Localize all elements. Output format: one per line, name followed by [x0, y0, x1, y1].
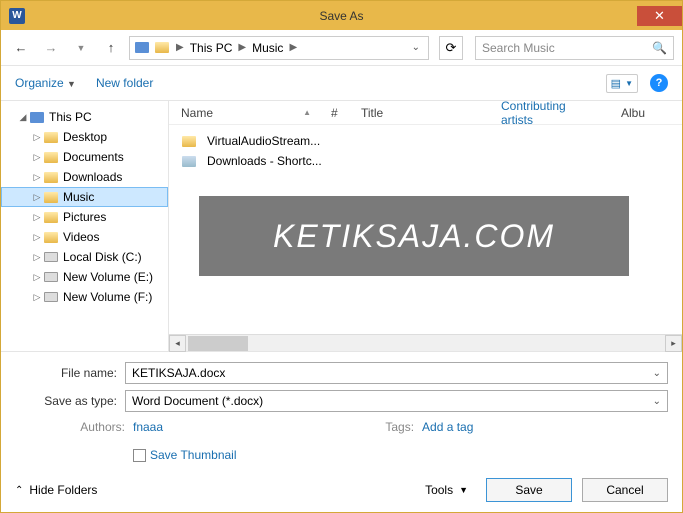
shortcut-icon — [181, 154, 197, 168]
tools-button[interactable]: Tools▼ — [417, 483, 476, 497]
filename-input[interactable]: KETIKSAJA.docx⌄ — [125, 362, 668, 384]
search-placeholder: Search Music — [482, 41, 555, 55]
column-album[interactable]: Albu — [621, 106, 665, 120]
search-input[interactable]: Search Music 🔍 — [475, 36, 674, 60]
music-folder-icon — [154, 40, 170, 56]
toolbar: Organize ▼ New folder ▤▼ ? — [1, 66, 682, 100]
save-thumbnail-label: Save Thumbnail — [150, 448, 237, 462]
save-as-type-select[interactable]: Word Document (*.docx)⌄ — [125, 390, 668, 412]
save-as-type-label: Save as type: — [15, 394, 125, 408]
body: ◢This PC ▷Desktop ▷Documents ▷Downloads … — [1, 100, 682, 351]
recent-locations-button[interactable]: ▼ — [69, 36, 93, 60]
chevron-up-icon: ⌃ — [15, 485, 23, 496]
breadcrumb-music[interactable]: Music — [250, 41, 285, 55]
tags-value[interactable]: Add a tag — [422, 420, 473, 434]
chevron-right-icon: ▶ — [172, 42, 188, 53]
tree-desktop[interactable]: ▷Desktop — [1, 127, 168, 147]
search-icon: 🔍 — [652, 41, 667, 55]
list-item[interactable]: Downloads - Shortc... — [181, 151, 682, 171]
up-button[interactable]: ↑ — [99, 36, 123, 60]
authors-label: Authors: — [70, 420, 125, 434]
hide-folders-button[interactable]: ⌃ Hide Folders — [15, 483, 97, 497]
view-options-button[interactable]: ▤▼ — [606, 74, 638, 93]
tree-this-pc[interactable]: ◢This PC — [1, 107, 168, 127]
close-button[interactable]: ✕ — [637, 6, 682, 26]
help-icon[interactable]: ? — [650, 74, 668, 92]
breadcrumb-this-pc[interactable]: This PC — [188, 41, 235, 55]
file-list: VirtualAudioStream... Downloads - Shortc… — [169, 125, 682, 171]
chevron-right-icon: ▶ — [285, 42, 301, 53]
column-num[interactable]: # — [331, 106, 361, 120]
save-button[interactable]: Save — [486, 478, 572, 502]
chevron-down-icon[interactable]: ⌄ — [653, 368, 661, 379]
filename-label: File name: — [15, 366, 125, 380]
scroll-right-arrow[interactable]: ▸ — [665, 335, 682, 352]
list-item[interactable]: VirtualAudioStream... — [181, 131, 682, 151]
column-contributing-artists[interactable]: Contributing artists — [501, 99, 621, 127]
tree-local-disk-c[interactable]: ▷Local Disk (C:) — [1, 247, 168, 267]
cancel-button[interactable]: Cancel — [582, 478, 668, 502]
organize-button[interactable]: Organize ▼ — [15, 76, 76, 90]
save-as-dialog: W Save As ✕ ← → ▼ ↑ ▶ This PC ▶ Music ▶ … — [0, 0, 683, 513]
tags-label: Tags: — [379, 420, 414, 434]
bottom-panel: File name: KETIKSAJA.docx⌄ Save as type:… — [1, 351, 682, 468]
scroll-left-arrow[interactable]: ◂ — [169, 335, 186, 352]
refresh-button[interactable]: ⟳ — [439, 36, 463, 60]
word-app-icon: W — [9, 8, 25, 24]
folder-icon — [181, 134, 197, 148]
chevron-right-icon: ▶ — [234, 42, 250, 53]
horizontal-scrollbar[interactable]: ◂ ▸ — [169, 334, 682, 351]
address-bar[interactable]: ▶ This PC ▶ Music ▶ ⌄ — [129, 36, 429, 60]
tree-downloads[interactable]: ▷Downloads — [1, 167, 168, 187]
authors-value[interactable]: fnaaa — [133, 420, 163, 434]
tree-volume-f[interactable]: ▷New Volume (F:) — [1, 287, 168, 307]
scroll-thumb[interactable] — [188, 336, 248, 351]
tree-volume-e[interactable]: ▷New Volume (E:) — [1, 267, 168, 287]
address-dropdown[interactable]: ⌄ — [406, 42, 426, 53]
pc-icon — [134, 40, 150, 56]
chevron-down-icon[interactable]: ⌄ — [653, 396, 661, 407]
tree-music[interactable]: ▷Music — [1, 187, 168, 207]
column-name[interactable]: Name▲ — [181, 106, 331, 120]
column-title[interactable]: Title — [361, 106, 501, 120]
titlebar: W Save As ✕ — [1, 1, 682, 30]
navigation-bar: ← → ▼ ↑ ▶ This PC ▶ Music ▶ ⌄ ⟳ Search M… — [1, 30, 682, 66]
new-folder-button[interactable]: New folder — [96, 76, 153, 90]
back-button[interactable]: ← — [9, 36, 33, 60]
tree-pictures[interactable]: ▷Pictures — [1, 207, 168, 227]
watermark-overlay: KETIKSAJA.COM — [199, 196, 629, 276]
navigation-tree: ◢This PC ▷Desktop ▷Documents ▷Downloads … — [1, 101, 169, 351]
tree-videos[interactable]: ▷Videos — [1, 227, 168, 247]
save-thumbnail-checkbox[interactable] — [133, 449, 146, 462]
footer: ⌃ Hide Folders Tools▼ Save Cancel — [1, 468, 682, 512]
forward-button: → — [39, 36, 63, 60]
file-list-panel: Name▲ # Title Contributing artists Albu … — [169, 101, 682, 351]
column-headers: Name▲ # Title Contributing artists Albu — [169, 101, 682, 125]
tree-documents[interactable]: ▷Documents — [1, 147, 168, 167]
dialog-title: Save As — [319, 9, 363, 23]
